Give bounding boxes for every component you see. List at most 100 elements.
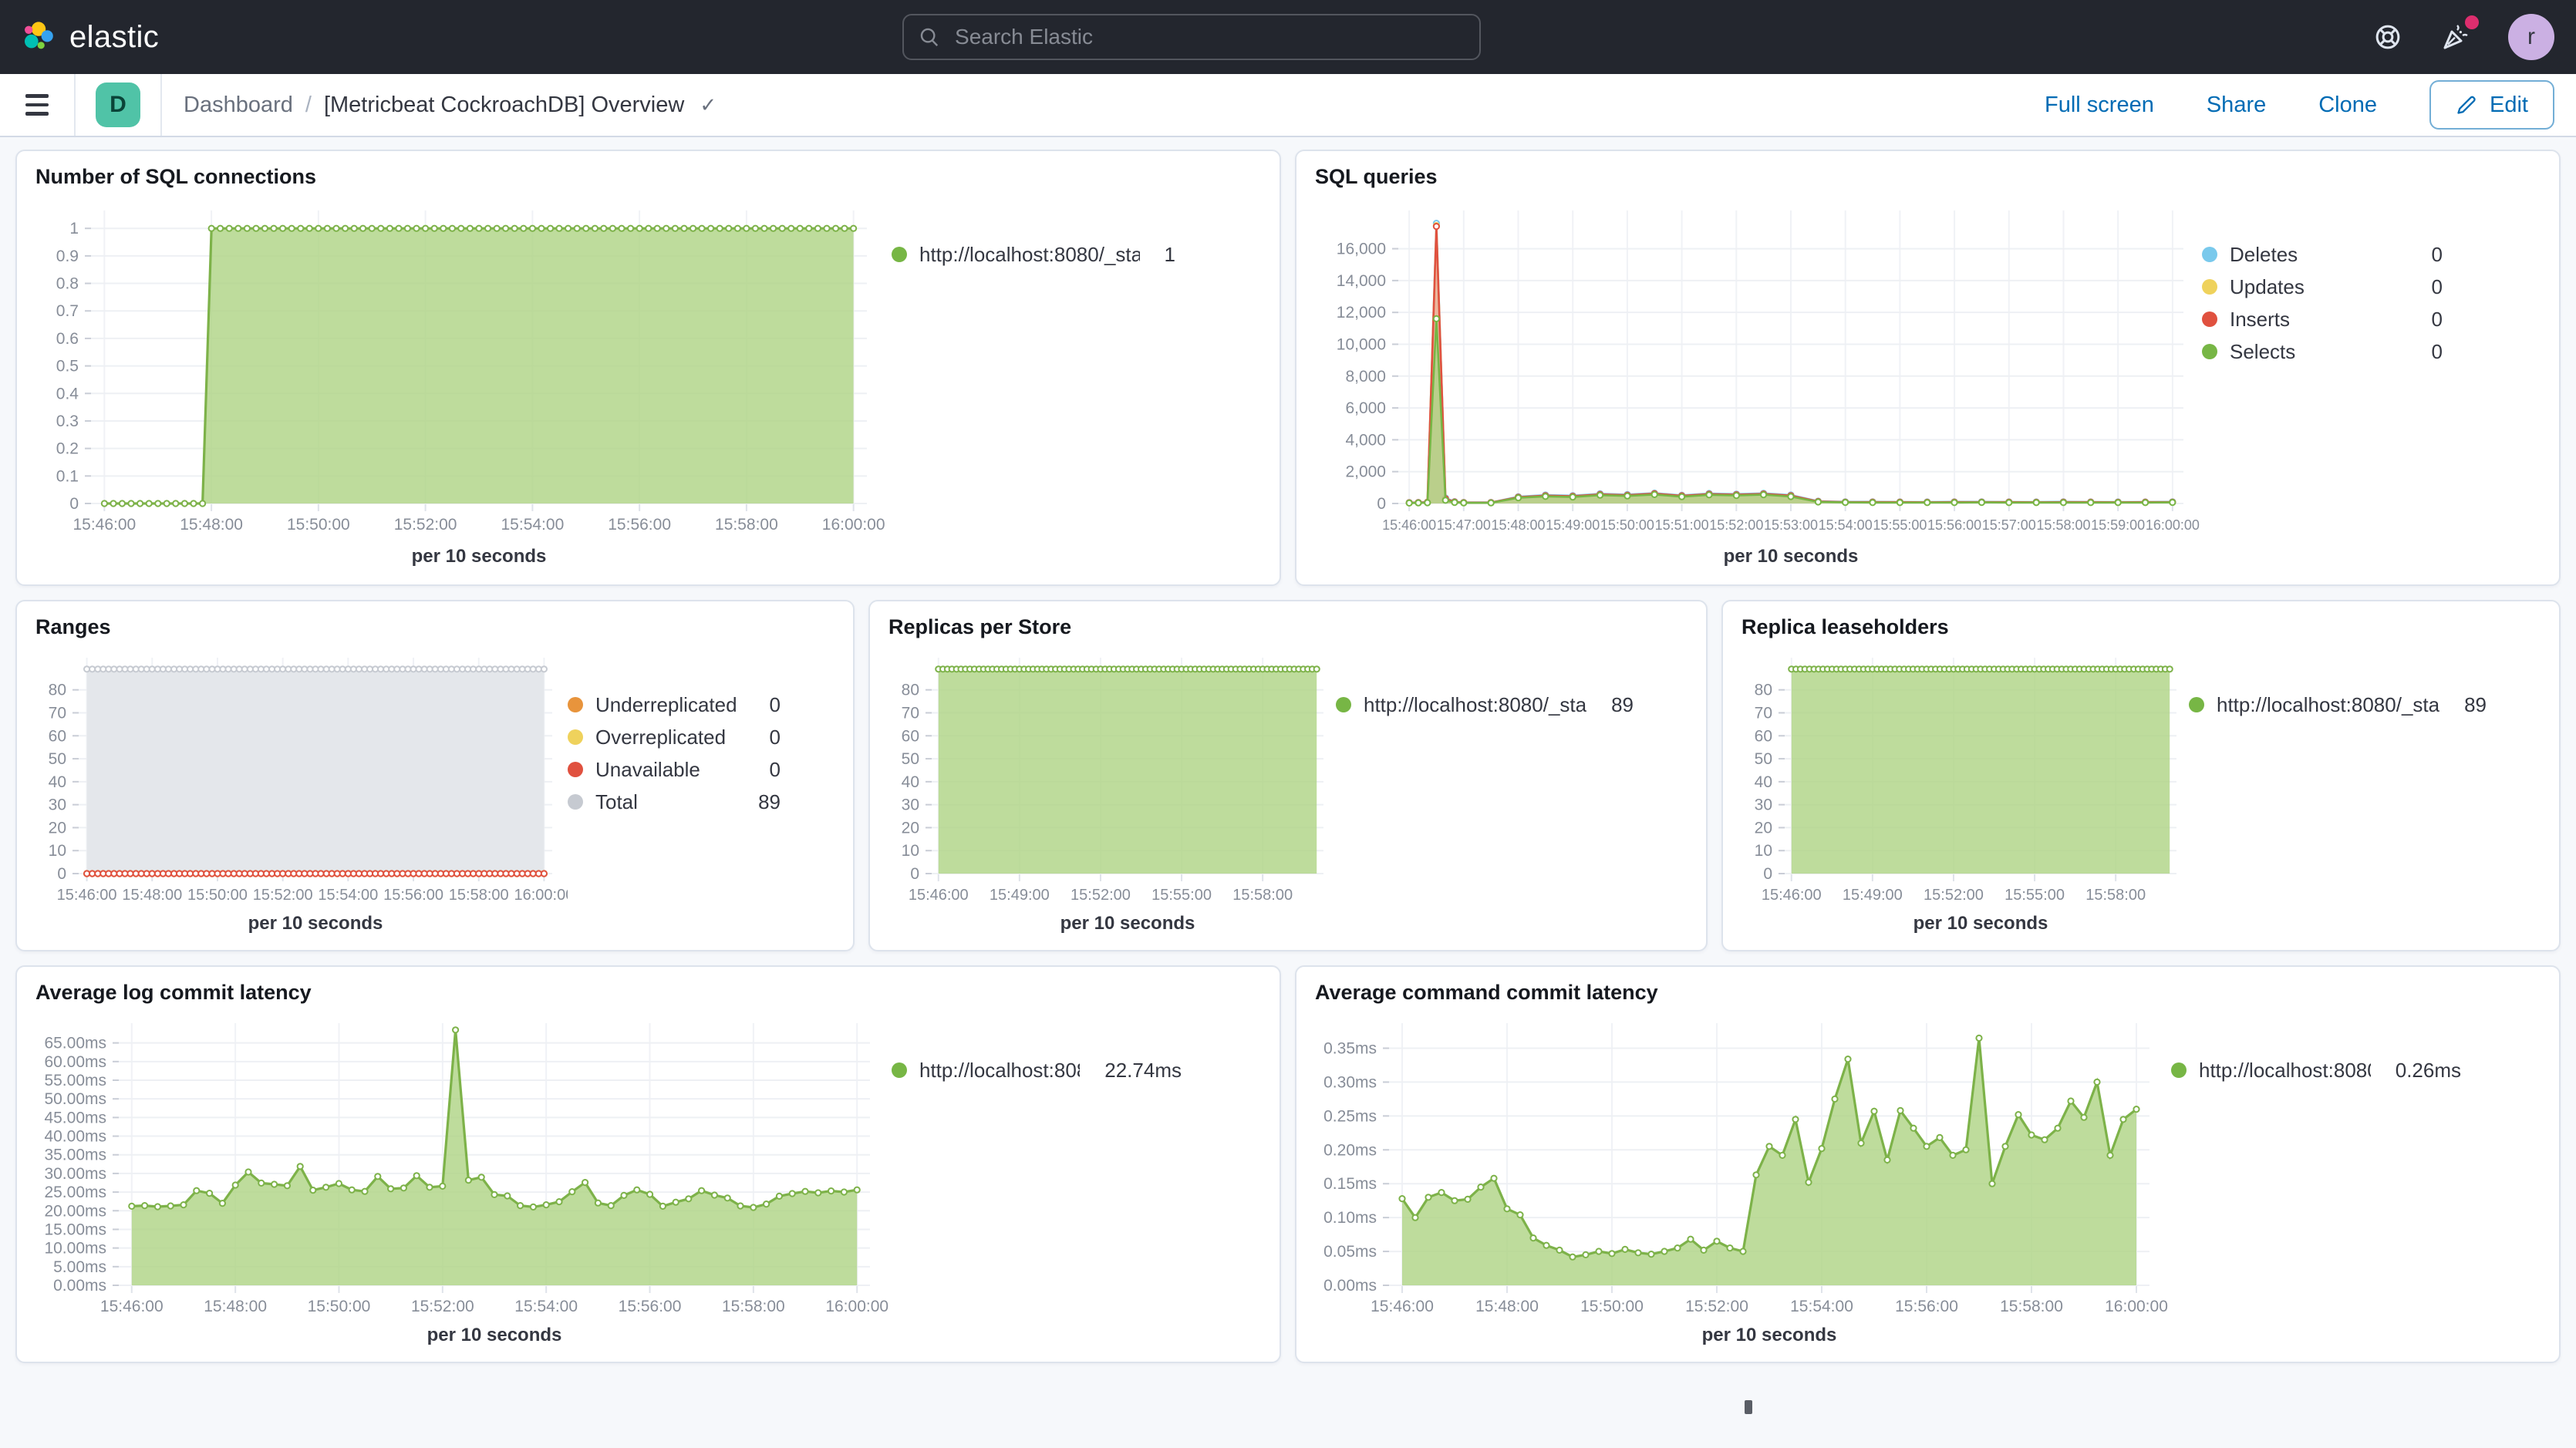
data-point-marker: [264, 666, 269, 672]
chart-legend: http://localhost:8080...0.26ms: [2171, 1008, 2480, 1350]
legend-item[interactable]: Underreplicated0: [568, 689, 781, 721]
data-point-marker: [127, 666, 133, 672]
legend-item[interactable]: Total89: [568, 786, 781, 818]
data-point-marker: [315, 226, 321, 231]
y-axis-tick-label: 0: [1763, 865, 1772, 883]
dashboard-badge[interactable]: D: [96, 83, 140, 127]
data-point-marker: [470, 870, 476, 876]
data-point-marker: [1478, 1184, 1483, 1190]
data-point-marker: [647, 1191, 652, 1197]
data-point-marker: [111, 666, 116, 672]
data-point-marker: [450, 226, 455, 231]
x-axis-tick-label: 15:52:00: [394, 516, 457, 534]
y-axis-tick-label: 20: [1755, 819, 1772, 837]
chart-command-commit-latency[interactable]: 15:46:0015:48:0015:50:0015:52:0015:54:00…: [1300, 1008, 2171, 1350]
data-point-marker: [298, 1163, 303, 1169]
panel-sql-connections: Number of SQL connections 15:46:0015:48:…: [15, 150, 1281, 586]
saved-check-icon[interactable]: ✓: [696, 93, 716, 117]
data-point-marker: [1979, 500, 1984, 505]
elastic-logo[interactable]: elastic: [0, 20, 159, 55]
x-axis-tick-label: 15:50:00: [287, 516, 350, 534]
data-point-marker: [271, 1181, 277, 1187]
data-point-marker: [433, 870, 438, 876]
user-avatar[interactable]: r: [2508, 14, 2554, 60]
breadcrumb-dashboard[interactable]: Dashboard: [184, 93, 293, 118]
legend-item[interactable]: Unavailable0: [568, 753, 781, 786]
chart-replica-leaseholders[interactable]: 15:46:0015:49:0015:52:0015:55:0015:58:00…: [1726, 642, 2189, 938]
legend-item[interactable]: http://localhost:8080/_sta...89: [1336, 689, 1634, 721]
series-color-dot: [568, 794, 583, 810]
legend-label: Updates: [2230, 275, 2305, 299]
help-icon[interactable]: [2372, 22, 2403, 52]
data-point-marker: [1924, 500, 1930, 505]
chart-replicas-per-store[interactable]: 15:46:0015:49:0015:52:0015:55:0015:58:00…: [873, 642, 1336, 938]
panel-log-commit-latency: Average log commit latency 15:46:0015:48…: [15, 965, 1281, 1363]
data-point-marker: [470, 666, 476, 672]
y-axis-tick-label: 35.00ms: [44, 1147, 106, 1164]
legend-item[interactable]: http://localhost:8080...0.26ms: [2171, 1054, 2461, 1086]
data-point-marker: [565, 226, 571, 231]
data-point-marker: [753, 226, 758, 231]
data-point-marker: [416, 666, 421, 672]
x-axis-tick-label: 15:52:00: [1709, 517, 1763, 533]
data-point-marker: [646, 226, 651, 231]
legend-label: Deletes: [2230, 243, 2298, 267]
y-axis-tick-label: 6,000: [1345, 399, 1386, 417]
chart-legend: http://localhost:808...22.74ms: [892, 1008, 1200, 1350]
search-input[interactable]: [952, 23, 1464, 51]
x-axis-title: per 10 seconds: [1724, 546, 1859, 567]
chart-canvas: 15:46:0015:48:0015:50:0015:52:0015:54:00…: [20, 1008, 892, 1350]
chart-log-commit-latency[interactable]: 15:46:0015:48:0015:50:0015:52:0015:54:00…: [20, 1008, 892, 1350]
full-screen-button[interactable]: Full screen: [2045, 93, 2154, 118]
data-point-marker: [2170, 500, 2175, 505]
legend-label: Selects: [2230, 340, 2295, 364]
page-title: [Metricbeat CockroachDB] Overview: [324, 93, 684, 118]
panel-replica-leaseholders: Replica leaseholders 15:46:0015:49:0015:…: [1721, 600, 2561, 951]
x-axis-title: per 10 seconds: [248, 913, 383, 934]
legend-item[interactable]: http://localhost:8080/_stat...1: [892, 238, 1175, 271]
data-point-marker: [2028, 1132, 2034, 1137]
data-point-marker: [1897, 1108, 1903, 1113]
data-point-marker: [242, 666, 248, 672]
data-point-marker: [1648, 1251, 1654, 1257]
newsfeed-icon[interactable]: [2440, 22, 2471, 52]
scrollbar-thumb[interactable]: [1745, 1400, 1752, 1414]
top-header: elastic: [0, 0, 2576, 74]
data-point-marker: [1452, 500, 1457, 505]
data-point-marker: [194, 1188, 199, 1194]
x-axis-tick-label: 15:54:00: [514, 1298, 578, 1315]
chart-sql-queries[interactable]: 15:46:0015:47:0015:48:0015:49:0015:50:00…: [1300, 192, 2202, 571]
legend-item[interactable]: Selects0: [2202, 335, 2443, 368]
data-point-marker: [235, 226, 241, 231]
legend-item[interactable]: http://localhost:8080/_sta...89: [2189, 689, 2487, 721]
chart-legend: http://localhost:8080/_sta...89: [1336, 642, 1652, 938]
menu-icon[interactable]: [0, 74, 74, 136]
legend-item[interactable]: Updates0: [2202, 271, 2443, 303]
data-point-marker: [521, 226, 526, 231]
data-point-marker: [1491, 1176, 1496, 1181]
chart-ranges[interactable]: 15:46:0015:48:0015:50:0015:52:0015:54:00…: [20, 642, 568, 938]
x-axis-tick-label: 15:58:00: [722, 1298, 785, 1315]
share-button[interactable]: Share: [2207, 93, 2266, 118]
x-axis-tick-label: 16:00:00: [822, 516, 885, 534]
data-point-marker: [1425, 1194, 1431, 1200]
edit-button[interactable]: Edit: [2429, 80, 2554, 130]
clone-button[interactable]: Clone: [2318, 93, 2377, 118]
chart-sql-connections[interactable]: 15:46:0015:48:0015:50:0015:52:0015:54:00…: [20, 192, 892, 571]
y-axis-tick-label: 0.15ms: [1323, 1175, 1377, 1193]
legend-item[interactable]: http://localhost:808...22.74ms: [892, 1054, 1182, 1086]
global-search[interactable]: [902, 14, 1481, 60]
data-point-marker: [253, 226, 258, 231]
y-axis-tick-label: 1: [69, 220, 79, 237]
data-point-marker: [1434, 316, 1439, 322]
y-axis-tick-label: 55.00ms: [44, 1072, 106, 1089]
y-axis-tick-label: 10: [902, 842, 919, 860]
legend-item[interactable]: Inserts0: [2202, 303, 2443, 335]
data-point-marker: [637, 226, 642, 231]
logo-wordmark: elastic: [69, 20, 159, 55]
legend-item[interactable]: Deletes0: [2202, 238, 2443, 271]
data-point-marker: [225, 666, 231, 672]
y-axis-tick-label: 0.8: [56, 275, 79, 293]
y-axis-tick-label: 10: [49, 842, 66, 860]
legend-item[interactable]: Overreplicated0: [568, 721, 781, 753]
